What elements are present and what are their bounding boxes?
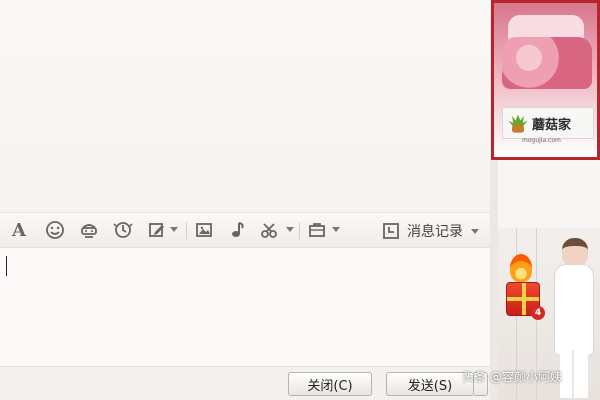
briefcase-dropdown-icon[interactable]	[332, 227, 340, 232]
image-icon[interactable]	[193, 219, 215, 241]
toolbar-separator	[299, 222, 300, 240]
magic-expression-icon[interactable]	[78, 219, 100, 241]
edit-icon[interactable]	[146, 219, 168, 241]
ad-brand-name: 蘑菇家	[532, 117, 572, 133]
avatar-body	[554, 264, 594, 356]
clock-icon	[381, 221, 401, 241]
gift-count-badge: 4	[531, 306, 545, 320]
music-icon[interactable]	[226, 219, 248, 241]
message-history-button[interactable]: 消息记录	[381, 220, 485, 242]
watermark-text: 头条 @容颜小阿姨	[462, 370, 562, 384]
message-history-dropdown-icon	[471, 228, 479, 234]
shake-icon[interactable]	[112, 219, 134, 241]
font-icon[interactable]: A	[8, 219, 30, 241]
briefcase-icon[interactable]	[306, 219, 328, 241]
ad-banner[interactable]: 蘑菇家 mogujia.com	[491, 0, 600, 160]
emoji-icon[interactable]	[44, 219, 66, 241]
avatar-head	[562, 238, 588, 266]
send-button[interactable]: 发送(S)	[386, 372, 474, 396]
ad-site: mogujia.com	[522, 137, 561, 144]
chat-toolbar: A 消息记录	[0, 212, 490, 248]
text-cursor	[6, 256, 7, 276]
scissors-dropdown-icon[interactable]	[286, 227, 294, 232]
scissors-icon[interactable]	[258, 219, 280, 241]
ad-bedding-image	[502, 37, 592, 89]
close-button[interactable]: 关闭(C)	[288, 372, 372, 396]
edit-dropdown-icon[interactable]	[170, 227, 178, 232]
avatar-legs	[560, 350, 588, 398]
fire-icon	[510, 254, 532, 282]
plant-icon	[506, 111, 530, 135]
message-input-area[interactable]	[0, 248, 490, 366]
gift-ribbon-horizontal	[507, 297, 539, 301]
ad-logo: 蘑菇家	[502, 107, 594, 139]
message-history-label: 消息记录	[407, 224, 463, 240]
action-bar: 关闭(C) 发送(S)	[0, 366, 490, 400]
toolbar-separator	[186, 222, 187, 240]
chat-history-area	[0, 0, 496, 212]
svg-text:A: A	[11, 220, 27, 240]
